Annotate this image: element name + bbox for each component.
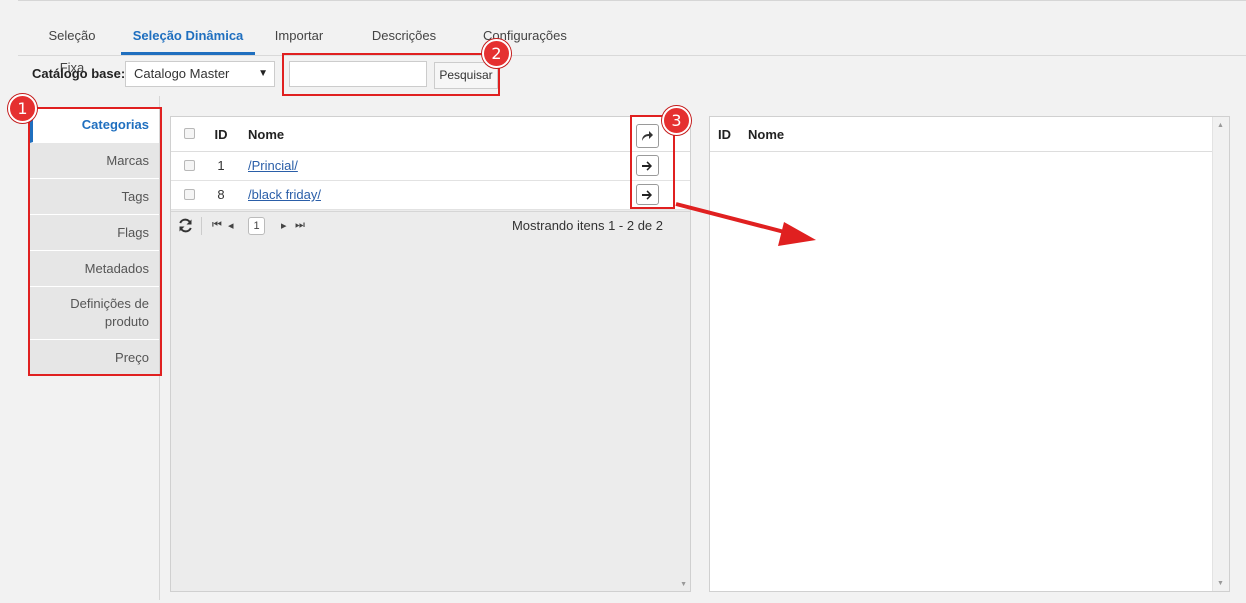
catalog-select[interactable]: Catalogo Master ▼	[125, 61, 275, 87]
prev-page-icon[interactable]: ◂	[228, 219, 234, 232]
first-page-icon[interactable]: ⏮	[212, 219, 222, 232]
pager-info: Mostrando itens 1 - 2 de 2	[511, 218, 663, 233]
tab-selecao-dinamica[interactable]: Seleção Dinâmica	[121, 20, 255, 55]
catalog-select-value: Catalogo Master	[134, 66, 230, 81]
scroll-down-icon[interactable]: ▼	[680, 581, 687, 588]
pager-separator	[201, 217, 202, 235]
tab-selecao-fixa[interactable]: Seleção Fixa	[36, 20, 108, 75]
grid-header: ID Nome	[710, 117, 1212, 152]
column-header-id[interactable]: ID	[211, 127, 231, 142]
vertical-scrollbar[interactable]: ▲ ▼	[1212, 117, 1229, 591]
annotation-badge-3: 3	[662, 106, 691, 135]
chevron-down-icon: ▼	[258, 68, 268, 79]
table-row: 8 /black friday/	[171, 181, 690, 210]
row-name-link[interactable]: /black friday/	[248, 187, 321, 202]
row-name-link[interactable]: /Princial/	[248, 158, 298, 173]
refresh-icon[interactable]	[178, 218, 193, 233]
select-all-checkbox[interactable]	[184, 128, 195, 139]
column-header-name[interactable]: Nome	[248, 127, 284, 142]
row-id: 1	[217, 158, 225, 173]
row-id: 8	[217, 187, 225, 202]
annotation-box-side-nav	[28, 107, 162, 376]
table-row: 1 /Princial/	[171, 152, 690, 181]
tab-descricoes-seo[interactable]: Descrições (SEO)	[356, 20, 452, 75]
row-checkbox[interactable]	[184, 189, 195, 200]
annotation-badge-1: 1	[8, 94, 37, 123]
last-page-icon[interactable]: ⏭	[295, 219, 305, 232]
current-page[interactable]: 1	[248, 217, 265, 235]
top-divider	[18, 0, 1246, 1]
selected-items-grid: ID Nome ▲ ▼	[709, 116, 1230, 592]
row-checkbox[interactable]	[184, 160, 195, 171]
tab-importar[interactable]: Importar	[272, 20, 326, 55]
catalog-label: Catálogo base:	[32, 66, 126, 81]
column-header-name[interactable]: Nome	[748, 127, 784, 142]
grid-header: ID Nome	[171, 117, 690, 152]
column-header-id[interactable]: ID	[718, 127, 731, 142]
available-items-grid: ID Nome 1 /Princial/ 8 /black friday/ ⏮ …	[170, 116, 691, 592]
annotation-badge-2: 2	[482, 39, 511, 68]
next-page-icon[interactable]: ▸	[281, 219, 287, 232]
annotation-box-search	[282, 53, 500, 96]
scroll-down-icon[interactable]: ▼	[1217, 580, 1224, 587]
scroll-up-icon[interactable]: ▲	[1217, 122, 1224, 129]
main-tabs: Seleção Fixa Seleção Dinâmica Importar D…	[18, 20, 1246, 75]
grid-pager: ⏮ ◂ 1 ▸ ⏭ Mostrando itens 1 - 2 de 2	[171, 211, 690, 239]
